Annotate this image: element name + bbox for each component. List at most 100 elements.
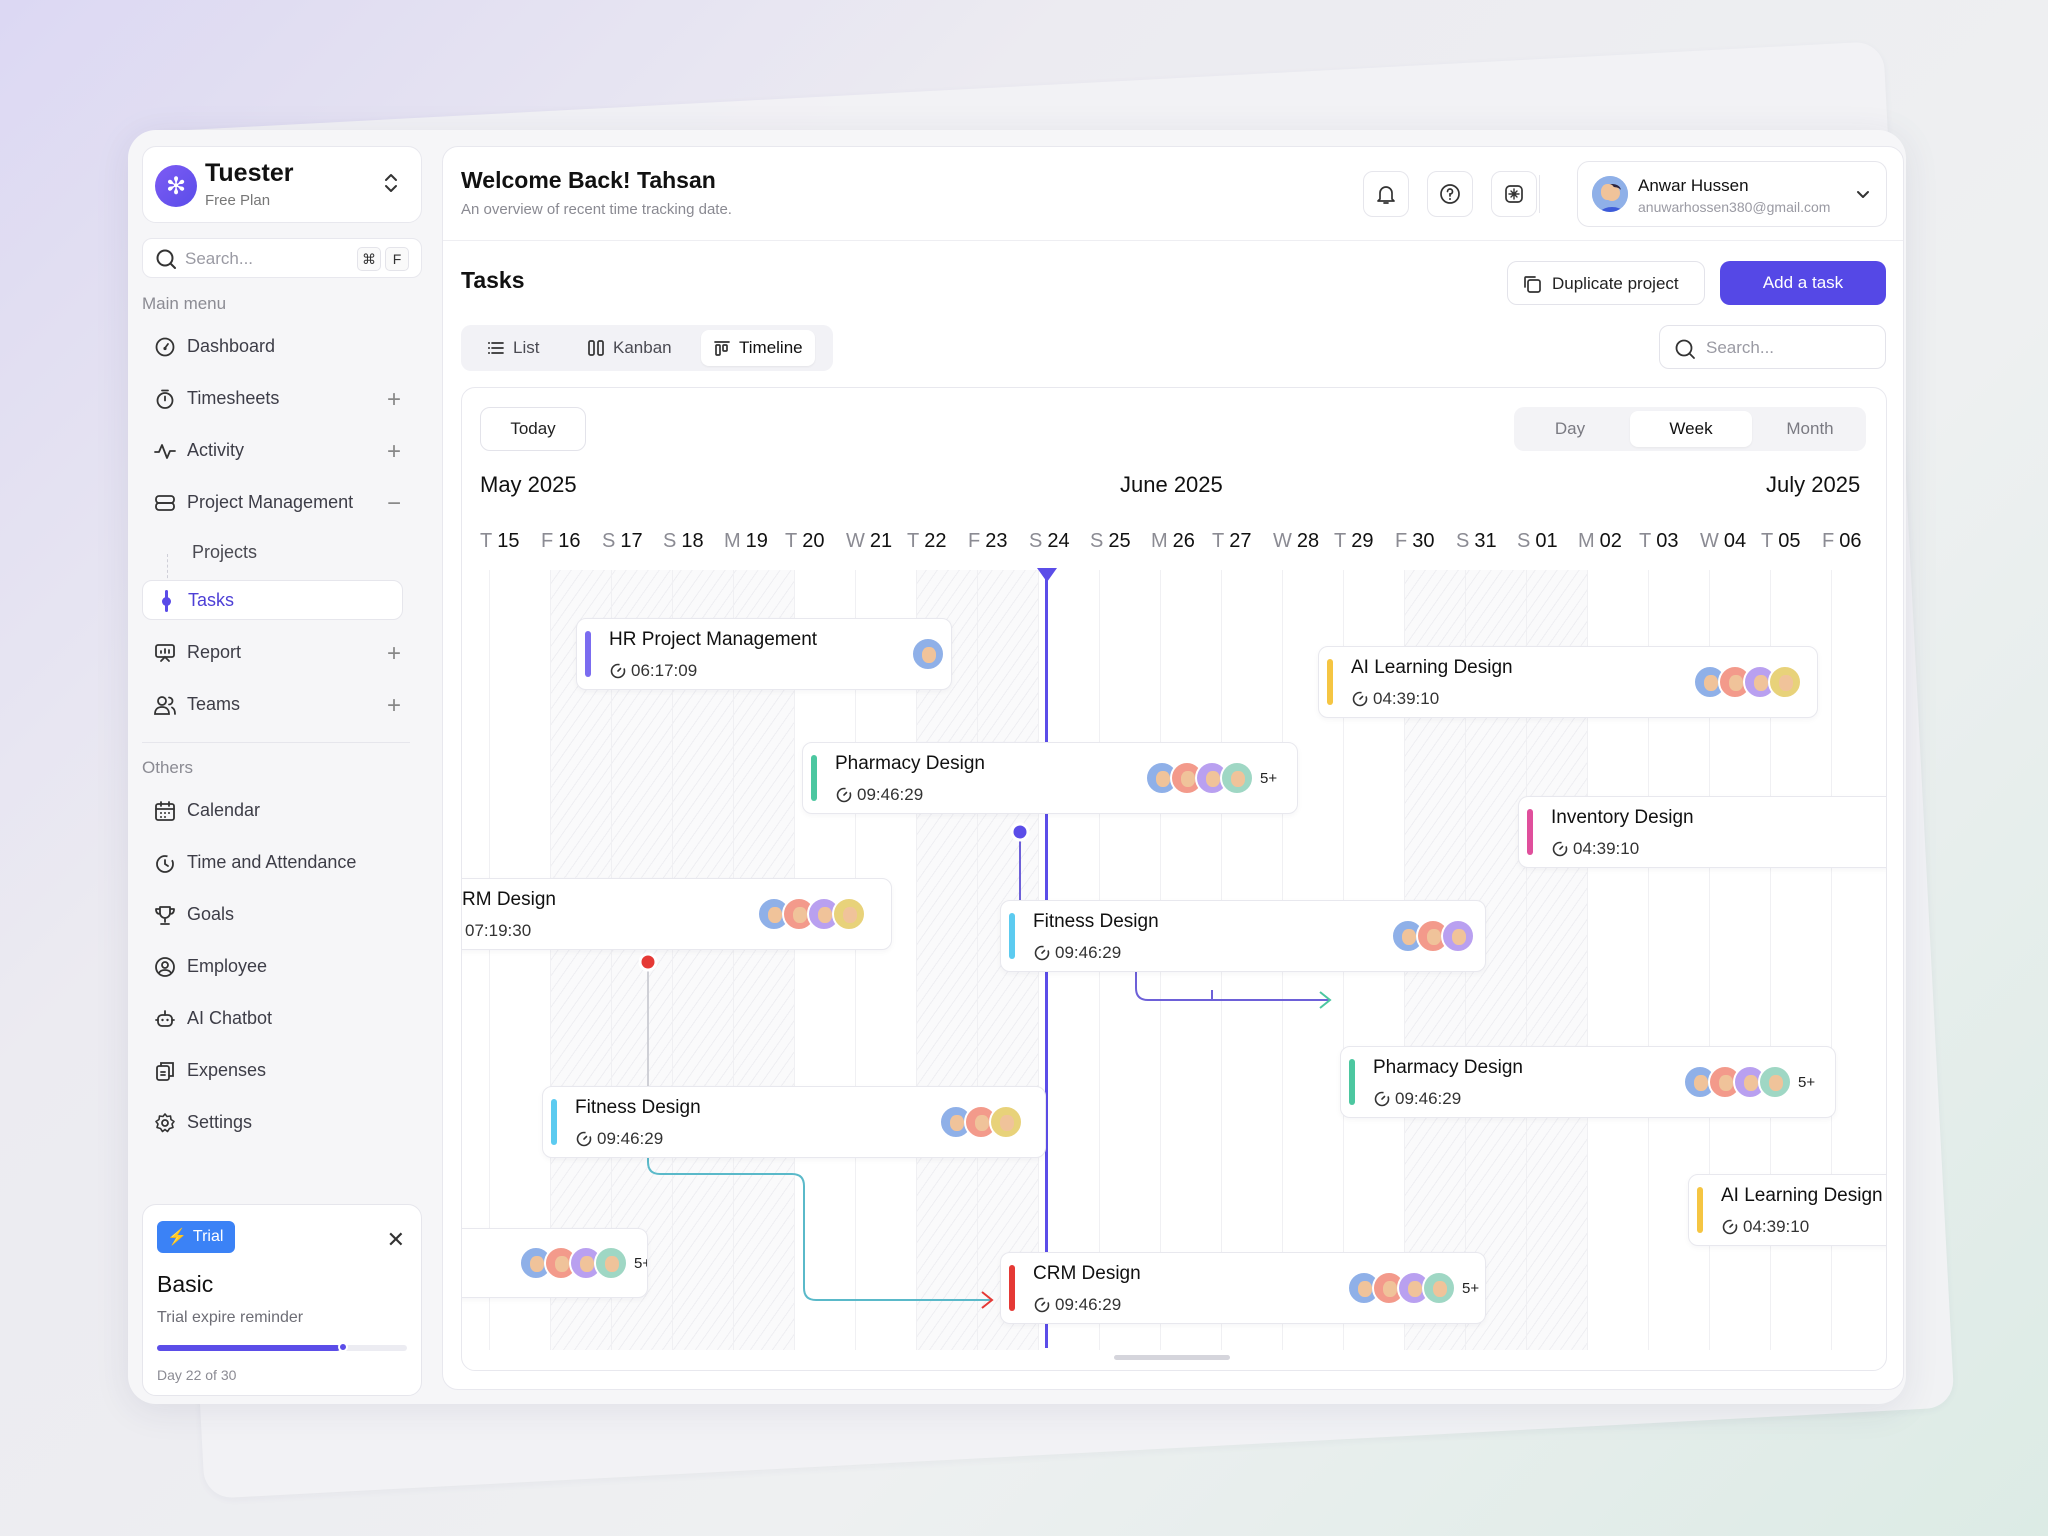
task-time: 07:19:30	[465, 921, 532, 940]
task-card[interactable]: AI Learning Design 04:39:10	[1688, 1174, 1886, 1246]
day-label: W 21	[846, 530, 892, 553]
timer-icon	[1352, 691, 1368, 707]
nav-settings[interactable]: Settings	[142, 1102, 422, 1142]
nav-dashboard[interactable]: Dashboard	[142, 326, 422, 366]
assignee-avatars	[1693, 665, 1802, 699]
tab-label: Timeline	[739, 338, 803, 357]
nav-label: Time and Attendance	[187, 852, 357, 872]
expand-icon[interactable]: +	[387, 386, 401, 414]
chevron-updown-icon	[385, 174, 397, 192]
task-time: 09:46:29	[1055, 943, 1122, 962]
task-color-bar	[1527, 809, 1533, 855]
section-title: Tasks	[461, 267, 525, 293]
day-label: M 02	[1578, 530, 1622, 553]
day-number: 20	[802, 530, 825, 552]
weekday-letter: T	[1334, 530, 1347, 552]
nav-goals[interactable]: Goals	[142, 894, 422, 934]
nav-employee[interactable]: Employee	[142, 946, 422, 986]
timer-icon	[836, 787, 852, 803]
trial-progress-fill	[157, 1345, 341, 1351]
day-number: 27	[1229, 530, 1252, 552]
nav-expenses[interactable]: Expenses	[142, 1050, 422, 1090]
nav-ai-chatbot[interactable]: AI Chatbot	[142, 998, 422, 1038]
avatar	[1422, 1271, 1456, 1305]
weekday-letter: M	[1578, 530, 1595, 552]
task-card[interactable]: 5+	[462, 1228, 648, 1298]
subnav-projects[interactable]: Projects	[192, 542, 257, 563]
search-icon	[1675, 339, 1695, 359]
task-title: AI Learning Design	[1351, 657, 1513, 678]
task-card[interactable]: HR Project Management 06:17:09	[576, 618, 952, 690]
help-button[interactable]	[1427, 171, 1473, 217]
users-icon	[154, 696, 176, 715]
more-count: 5+	[634, 1254, 647, 1272]
task-card[interactable]: Inventory Design 04:39:10	[1518, 796, 1886, 868]
weekday-letter: F	[968, 530, 981, 552]
range-month[interactable]: Month	[1758, 411, 1862, 447]
task-title: Pharmacy Design	[1373, 1057, 1523, 1078]
nav-calendar[interactable]: Calendar	[142, 790, 422, 830]
weekday-letter: S	[602, 530, 616, 552]
task-card[interactable]: Pharmacy Design 09:46:29 5+	[802, 742, 1298, 814]
task-color-bar	[1009, 1265, 1015, 1311]
workspace-switcher[interactable]: ✻ Tuester Free Plan	[142, 146, 422, 223]
expand-icon[interactable]: +	[387, 692, 401, 720]
tab-timeline[interactable]: Timeline	[701, 330, 815, 366]
collapse-icon[interactable]: −	[387, 490, 401, 518]
task-card[interactable]: Pharmacy Design 09:46:29 5+	[1340, 1046, 1836, 1118]
task-card[interactable]: AI Learning Design 04:39:10	[1318, 646, 1818, 718]
duplicate-project-button[interactable]: Duplicate project	[1507, 261, 1705, 305]
f-key: F	[385, 247, 409, 271]
nav-label: Calendar	[187, 800, 261, 820]
expand-icon[interactable]: +	[387, 438, 401, 466]
day-label: T 20	[785, 530, 824, 553]
task-search-input[interactable]: Search...	[1659, 325, 1886, 369]
nav-teams[interactable]: Teams +	[142, 684, 422, 724]
avatar	[1758, 1065, 1792, 1099]
sidebar-search[interactable]: Search... ⌘ F	[142, 238, 422, 278]
nav-label: Report	[187, 642, 242, 662]
day-number: 21	[869, 530, 893, 552]
lightning-icon: ⚡	[167, 1229, 187, 1246]
tab-list[interactable]: List	[475, 330, 551, 366]
expand-icon[interactable]: +	[387, 640, 401, 668]
range-week[interactable]: Week	[1630, 411, 1752, 447]
add-task-button[interactable]: Add a task	[1720, 261, 1886, 305]
horizontal-scrollbar[interactable]	[1114, 1355, 1230, 1360]
today-button[interactable]: Today	[480, 407, 586, 451]
notification-button[interactable]	[1363, 171, 1409, 217]
list-icon	[488, 342, 504, 354]
timeline-panel: Today Day Week Month May 2025 June 2025 …	[461, 387, 1887, 1371]
nav-time-attendance[interactable]: Time and Attendance	[142, 842, 422, 882]
assignee-avatars: 5+	[1683, 1065, 1815, 1099]
task-time: 09:46:29	[857, 785, 924, 804]
timer-icon	[1034, 1297, 1050, 1313]
task-card[interactable]: RM Design 07:19:30	[462, 878, 892, 950]
close-icon[interactable]: ✕	[387, 1227, 405, 1253]
user-menu[interactable]: Anwar Hussen anuwarhossen380@gmail.com	[1577, 161, 1887, 227]
nav-report[interactable]: Report +	[142, 632, 422, 672]
tab-kanban[interactable]: Kanban	[575, 330, 684, 366]
day-number: 29	[1351, 530, 1374, 552]
weekday-letter: F	[1822, 530, 1835, 552]
month-label: July 2025	[1766, 472, 1861, 497]
robot-icon	[155, 1010, 175, 1027]
assignee-avatars	[757, 897, 866, 931]
nav-project-management[interactable]: Project Management −	[142, 482, 422, 522]
nav-activity[interactable]: Activity +	[142, 430, 422, 470]
cmd-key: ⌘	[357, 247, 381, 271]
day-label: T 22	[907, 530, 946, 553]
nav-label: Expenses	[187, 1060, 267, 1080]
nav-timesheets[interactable]: Timesheets +	[142, 378, 422, 418]
task-card[interactable]: Fitness Design 09:46:29	[1000, 900, 1486, 972]
range-day[interactable]: Day	[1518, 411, 1622, 447]
task-card[interactable]: CRM Design 09:46:29 5+	[1000, 1252, 1486, 1324]
task-card[interactable]: Fitness Design 09:46:29	[542, 1086, 1046, 1158]
subnav-tasks[interactable]: Tasks	[142, 580, 403, 620]
weekday-letter: T	[1761, 530, 1774, 552]
more-count: 5+	[1798, 1073, 1816, 1091]
day-label: T 29	[1334, 530, 1373, 553]
active-indicator-icon	[162, 590, 171, 612]
apps-button[interactable]	[1491, 171, 1537, 217]
stack-icon	[155, 495, 175, 511]
